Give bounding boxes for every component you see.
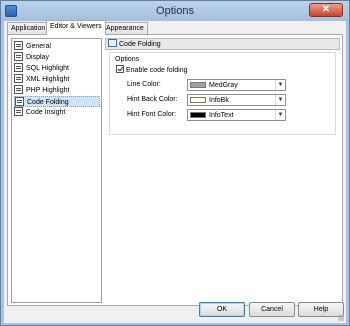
settings-page-icon <box>14 41 23 50</box>
hint-font-color-label: Hint Font Color: <box>127 111 177 118</box>
tree-item-php-highlight[interactable]: PHP Highlight <box>14 85 100 96</box>
checkbox-checked-icon[interactable] <box>116 65 124 73</box>
ok-button[interactable]: OK <box>199 302 245 317</box>
color-swatch <box>190 97 206 103</box>
tab-application[interactable]: Application <box>7 22 50 34</box>
dropdown-value: InfoText <box>209 112 234 119</box>
tree-item-code-folding[interactable]: Code Folding <box>14 96 100 107</box>
highlight-page-icon <box>14 74 23 83</box>
resize-grip-icon[interactable] <box>338 315 344 321</box>
title-bar[interactable]: Options ✕ <box>1 1 349 21</box>
window-title: Options <box>156 5 194 17</box>
tree-item-label: Display <box>26 54 49 61</box>
tab-appearance[interactable]: Appearance <box>102 22 148 34</box>
page-title: Code Folding <box>119 41 161 48</box>
cancel-button[interactable]: Cancel <box>249 302 295 317</box>
group-label: Options <box>115 56 140 63</box>
tree-item-label: Code Insight <box>26 109 66 116</box>
tree-item-label: SQL Highlight <box>26 65 69 72</box>
hint-back-color-label: Hint Back Color: <box>127 96 178 103</box>
page-header: Code Folding <box>105 38 340 50</box>
chevron-down-icon[interactable]: ▼ <box>275 110 285 120</box>
chevron-down-icon[interactable]: ▼ <box>275 95 285 105</box>
tree-item-label: XML Highlight <box>26 76 70 83</box>
options-tree[interactable]: General Display SQL Highlight XML Highli… <box>11 38 102 303</box>
tree-item-xml-highlight[interactable]: XML Highlight <box>14 74 100 85</box>
chevron-down-icon[interactable]: ▼ <box>275 80 285 90</box>
tree-item-display[interactable]: Display <box>14 52 100 63</box>
tree-item-label: Code Folding <box>27 99 69 106</box>
line-color-dropdown[interactable]: MedGray ▼ <box>187 79 286 91</box>
line-color-label: Line Color: <box>127 81 161 88</box>
tab-editor-viewers[interactable]: Editor & Viewers <box>46 20 106 35</box>
checkbox-label: Enable code folding <box>126 67 188 74</box>
dialog-client: Application Editor & Viewers Appearance … <box>4 20 346 323</box>
insight-page-icon <box>14 107 23 116</box>
dropdown-value: MedGray <box>209 82 238 89</box>
dropdown-value: InfoBk <box>209 97 229 104</box>
close-icon[interactable]: ✕ <box>309 3 343 17</box>
hint-back-color-dropdown[interactable]: InfoBk ▼ <box>187 94 286 106</box>
highlight-page-icon <box>14 85 23 94</box>
color-swatch <box>190 82 206 88</box>
enable-code-folding-checkbox[interactable]: Enable code folding <box>116 65 188 75</box>
tree-item-code-insight[interactable]: Code Insight <box>14 107 100 118</box>
tree-item-label: PHP Highlight <box>26 87 70 94</box>
tree-item-label: General <box>26 43 51 50</box>
folding-page-icon <box>15 97 24 106</box>
highlight-page-icon <box>14 63 23 72</box>
color-swatch <box>190 112 206 118</box>
tab-panel: General Display SQL Highlight XML Highli… <box>7 34 343 306</box>
options-window: Options ✕ Application Editor & Viewers A… <box>0 0 350 326</box>
folding-page-icon <box>108 39 117 47</box>
display-page-icon <box>14 52 23 61</box>
options-group: Options Enable code folding Line Color: … <box>109 52 336 135</box>
tree-item-general[interactable]: General <box>14 41 100 52</box>
hint-font-color-dropdown[interactable]: InfoText ▼ <box>187 109 286 121</box>
tree-item-sql-highlight[interactable]: SQL Highlight <box>14 63 100 74</box>
